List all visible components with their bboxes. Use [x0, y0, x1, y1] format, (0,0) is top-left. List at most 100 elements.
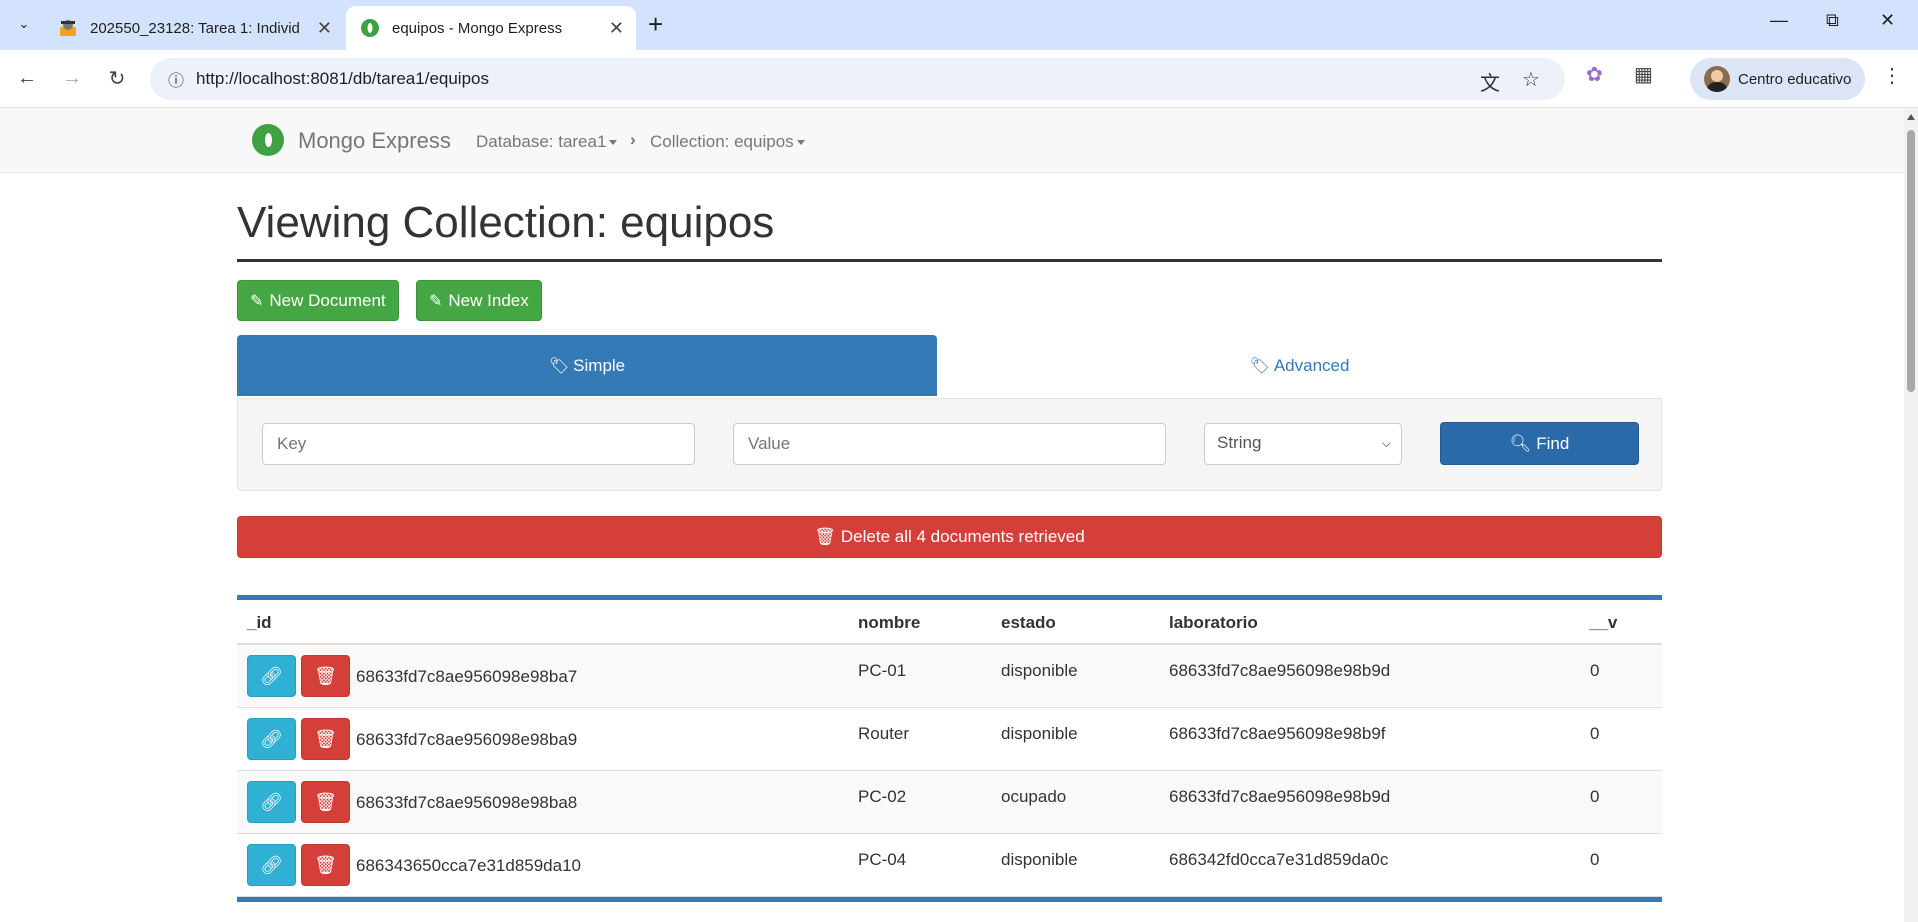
key-input[interactable] — [262, 423, 695, 465]
type-select-value: String — [1217, 433, 1262, 452]
view-document-button[interactable]: 🔗︎ — [247, 718, 296, 760]
chevron-down-icon: ⌄ — [18, 16, 30, 31]
extensions-puzzle-icon[interactable]: ▦ — [1634, 62, 1653, 87]
delete-all-button[interactable]: 🗑︎ Delete all 4 documents retrieved — [237, 516, 1662, 558]
table-row: 🔗︎ 🗑︎ 686343650cca7e31d859da10 PC-04 disponi… — [237, 834, 1662, 897]
url-text[interactable]: http://localhost:8081/db/tarea1/equipos — [196, 69, 489, 89]
reload-icon[interactable]: ↻ — [102, 63, 132, 93]
trash-icon: 🗑︎ — [314, 665, 337, 686]
site-info-icon[interactable]: ⓘ — [164, 67, 188, 91]
cell-id[interactable]: 68633fd7c8ae956098e98ba7 — [356, 667, 577, 687]
cell-v: 0 — [1590, 661, 1600, 680]
cell-v: 0 — [1590, 850, 1600, 869]
type-select[interactable]: String ⌵ — [1204, 423, 1402, 465]
cell-laboratorio: 686342fd0cca7e31d859da0c — [1169, 850, 1389, 869]
cell-laboratorio: 68633fd7c8ae956098e98b9d — [1169, 661, 1391, 680]
leaf-icon — [252, 124, 284, 156]
cell-laboratorio: 68633fd7c8ae956098e98b9f — [1169, 724, 1386, 743]
browser-toolbar: ← → ↻ ⓘ http://localhost:8081/db/tarea1/… — [0, 50, 1918, 108]
view-document-button[interactable]: 🔗︎ — [247, 781, 296, 823]
back-icon[interactable]: ← — [12, 63, 42, 93]
leaf-icon — [361, 19, 379, 37]
cell-estado: disponible — [1001, 850, 1078, 869]
cell-id[interactable]: 686343650cca7e31d859da10 — [356, 856, 581, 876]
pencil-icon: ✎ — [250, 292, 264, 310]
tab-mongo-express[interactable]: equipos - Mongo Express ✕ — [346, 6, 636, 50]
close-window-icon[interactable]: ✕ — [1880, 10, 1895, 31]
trash-icon: 🗑︎ — [814, 527, 836, 546]
tab-simple[interactable]: 🏷 Simple — [237, 335, 937, 396]
cell-nombre: PC-01 — [858, 661, 907, 680]
moodle-favicon-icon — [60, 20, 76, 36]
delete-all-label: Delete all 4 documents retrieved — [840, 527, 1085, 546]
scroll-up-icon[interactable] — [1907, 114, 1915, 120]
tab-title: 202550_23128: Tarea 1: Individu — [90, 19, 300, 37]
column-header-id[interactable]: _id — [247, 613, 272, 633]
column-header-estado[interactable]: estado — [1001, 613, 1056, 633]
find-label: Find — [1536, 433, 1570, 453]
new-document-button[interactable]: ✎ New Document — [237, 280, 399, 321]
translate-icon[interactable]: 文 — [1480, 67, 1500, 96]
close-icon[interactable]: ✕ — [317, 18, 332, 39]
page-scrollbar[interactable] — [1904, 108, 1918, 922]
cell-id[interactable]: 68633fd7c8ae956098e98ba8 — [356, 793, 577, 813]
view-document-button[interactable]: 🔗︎ — [247, 655, 296, 697]
tab-search-button[interactable]: ⌄ — [8, 8, 40, 40]
cell-laboratorio: 68633fd7c8ae956098e98b9d — [1169, 787, 1391, 806]
new-index-button[interactable]: ✎ New Index — [416, 280, 542, 321]
collection-dropdown[interactable]: Collection: equipos — [650, 132, 805, 152]
link-icon: 🔗︎ — [260, 791, 283, 812]
extension-brain-icon[interactable]: ✿ — [1586, 62, 1603, 87]
cell-nombre: PC-04 — [858, 850, 907, 869]
documents-table: _id nombre estado laboratorio __v 🔗︎ 🗑︎ 68… — [237, 595, 1662, 902]
restore-icon[interactable]: ⧉ — [1826, 10, 1839, 31]
new-index-label: New Index — [448, 290, 529, 310]
link-icon: 🔗︎ — [260, 665, 283, 686]
profile-name: Centro educativo — [1738, 70, 1852, 88]
column-header-laboratorio[interactable]: laboratorio — [1169, 613, 1258, 633]
view-document-button[interactable]: 🔗︎ — [247, 844, 296, 886]
delete-document-button[interactable]: 🗑︎ — [301, 781, 350, 823]
tab-moodle[interactable]: 202550_23128: Tarea 1: Individu ✕ — [44, 6, 344, 50]
delete-document-button[interactable]: 🗑︎ — [301, 718, 350, 760]
trash-icon: 🗑︎ — [314, 854, 337, 875]
caret-down-icon — [609, 140, 618, 146]
value-input[interactable] — [733, 423, 1166, 465]
brand-title[interactable]: Mongo Express — [298, 128, 451, 154]
trash-icon: 🗑︎ — [314, 791, 337, 812]
column-header-nombre[interactable]: nombre — [858, 613, 920, 633]
chevron-right-icon: › — [630, 130, 636, 149]
delete-document-button[interactable]: 🗑︎ — [301, 844, 350, 886]
find-button[interactable]: 🔍︎ Find — [1440, 422, 1639, 465]
tab-simple-label: Simple — [573, 355, 626, 375]
profile-button[interactable]: Centro educativo — [1690, 58, 1865, 100]
page-title: Viewing Collection: equipos — [237, 198, 775, 247]
new-tab-button[interactable]: + — [648, 8, 663, 40]
tab-title: equipos - Mongo Express — [392, 19, 563, 37]
database-dropdown[interactable]: Database: tarea1 — [476, 132, 618, 152]
collection-crumb-label: Collection: equipos — [650, 132, 794, 151]
search-icon: 🔍︎ — [1509, 433, 1532, 453]
simple-find-form: String ⌵ 🔍︎ Find — [237, 398, 1662, 491]
forward-icon[interactable]: → — [57, 63, 87, 93]
cell-nombre: PC-02 — [858, 787, 907, 806]
cell-v: 0 — [1590, 724, 1600, 743]
link-icon: 🔗︎ — [260, 728, 283, 749]
close-icon[interactable]: ✕ — [609, 18, 624, 39]
minimize-icon[interactable]: — — [1770, 10, 1788, 31]
more-menu-icon[interactable]: ⋮ — [1882, 63, 1902, 88]
column-header-v[interactable]: __v — [1589, 613, 1617, 633]
cell-id[interactable]: 68633fd7c8ae956098e98ba9 — [356, 730, 577, 750]
cell-estado: disponible — [1001, 661, 1078, 680]
cell-nombre: Router — [858, 724, 910, 743]
table-body: 🔗︎ 🗑︎ 68633fd7c8ae956098e98ba7 PC-01 disponi… — [237, 645, 1662, 897]
cell-estado: disponible — [1001, 724, 1078, 743]
scroll-thumb[interactable] — [1907, 130, 1915, 392]
chevron-down-icon: ⌵ — [1381, 436, 1391, 450]
bookmark-star-icon[interactable]: ☆ — [1522, 67, 1540, 92]
caret-down-icon — [796, 140, 805, 146]
tab-advanced[interactable]: 🏷 Advanced — [937, 335, 1662, 396]
address-bar[interactable]: ⓘ http://localhost:8081/db/tarea1/equipo… — [150, 58, 1565, 100]
trash-icon: 🗑︎ — [314, 728, 337, 749]
delete-document-button[interactable]: 🗑︎ — [301, 655, 350, 697]
